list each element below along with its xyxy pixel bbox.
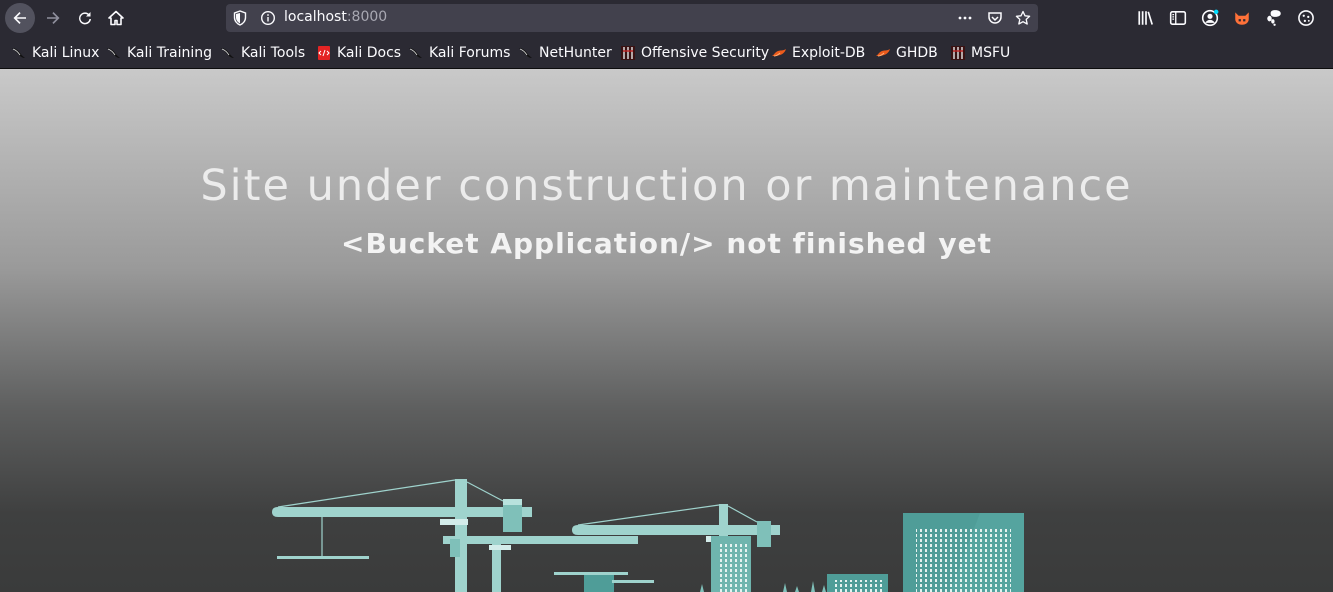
bookmark-kali-linux[interactable]: Kali Linux bbox=[11, 43, 99, 63]
extension-fox-icon[interactable] bbox=[1232, 8, 1252, 28]
star-icon[interactable] bbox=[1015, 10, 1031, 26]
sidebar-icon[interactable] bbox=[1168, 8, 1188, 28]
arrow-left-icon bbox=[13, 12, 26, 24]
more-horizontal-icon[interactable] bbox=[957, 10, 973, 26]
bookmark-kali-forums[interactable]: Kali Forums bbox=[408, 43, 510, 63]
page-content: Site under construction or maintenance <… bbox=[0, 69, 1333, 592]
reload-button[interactable] bbox=[70, 3, 100, 33]
offsec-icon bbox=[950, 45, 966, 61]
kali-dragon-icon bbox=[106, 45, 122, 61]
bookmark-label: Kali Linux bbox=[32, 45, 100, 61]
kali-dragon-icon bbox=[408, 45, 424, 61]
bookmark-exploit-db[interactable]: Exploit-DB bbox=[771, 43, 865, 63]
account-icon[interactable] bbox=[1200, 8, 1220, 28]
bookmark-label: NetHunter bbox=[539, 45, 612, 61]
building-small bbox=[827, 574, 888, 592]
bookmark-label: Offensive Security bbox=[641, 45, 770, 61]
info-icon[interactable] bbox=[260, 10, 276, 26]
url-port: :8000 bbox=[346, 9, 388, 25]
bookmark-ghdb[interactable]: GHDB bbox=[875, 43, 938, 63]
url-host: localhost bbox=[284, 9, 347, 25]
arrow-right-icon bbox=[47, 12, 60, 24]
bookmark-nethunter[interactable]: NetHunter bbox=[518, 43, 612, 63]
reload-icon bbox=[79, 12, 91, 25]
library-icon[interactable] bbox=[1136, 8, 1156, 28]
url-bar[interactable]: localhost:8000 bbox=[226, 4, 1038, 32]
kali-dragon-icon bbox=[220, 45, 236, 61]
back-button[interactable] bbox=[5, 3, 35, 33]
exploit-db-icon bbox=[771, 45, 787, 61]
exploit-db-icon bbox=[875, 45, 891, 61]
bookmark-msfu[interactable]: MSFU bbox=[950, 43, 1010, 63]
bookmark-label: MSFU bbox=[971, 45, 1011, 61]
cookie-icon[interactable] bbox=[1296, 8, 1316, 28]
bookmarks-toolbar: Kali Linux Kali Training Kali Tools Kali… bbox=[0, 36, 1333, 69]
kali-dragon-icon bbox=[11, 45, 27, 61]
crane-middle bbox=[443, 536, 654, 592]
kali-dragon-icon bbox=[518, 45, 534, 61]
extension-gnome-icon[interactable] bbox=[1264, 8, 1284, 28]
bookmark-label: Kali Training bbox=[127, 45, 212, 61]
bookmark-label: GHDB bbox=[896, 45, 938, 61]
bookmark-kali-training[interactable]: Kali Training bbox=[106, 43, 212, 63]
forward-button[interactable] bbox=[38, 3, 68, 33]
kali-docs-icon bbox=[316, 45, 332, 61]
bookmark-kali-docs[interactable]: Kali Docs bbox=[316, 43, 401, 63]
bookmark-offensive-security[interactable]: Offensive Security bbox=[620, 43, 769, 63]
home-button[interactable] bbox=[101, 3, 131, 33]
url-text[interactable]: localhost:8000 bbox=[284, 9, 387, 25]
bookmark-kali-tools[interactable]: Kali Tools bbox=[220, 43, 305, 63]
browser-toolbar: localhost:8000 bbox=[0, 0, 1333, 36]
shield-icon[interactable] bbox=[232, 10, 248, 26]
construction-illustration bbox=[272, 479, 1024, 592]
building-large bbox=[903, 513, 1024, 592]
bookmark-label: Kali Forums bbox=[429, 45, 511, 61]
home-icon bbox=[108, 10, 124, 26]
pocket-icon[interactable] bbox=[987, 10, 1003, 26]
bookmark-label: Exploit-DB bbox=[792, 45, 866, 61]
offsec-icon bbox=[620, 45, 636, 61]
bookmark-label: Kali Tools bbox=[241, 45, 306, 61]
bookmark-label: Kali Docs bbox=[337, 45, 402, 61]
